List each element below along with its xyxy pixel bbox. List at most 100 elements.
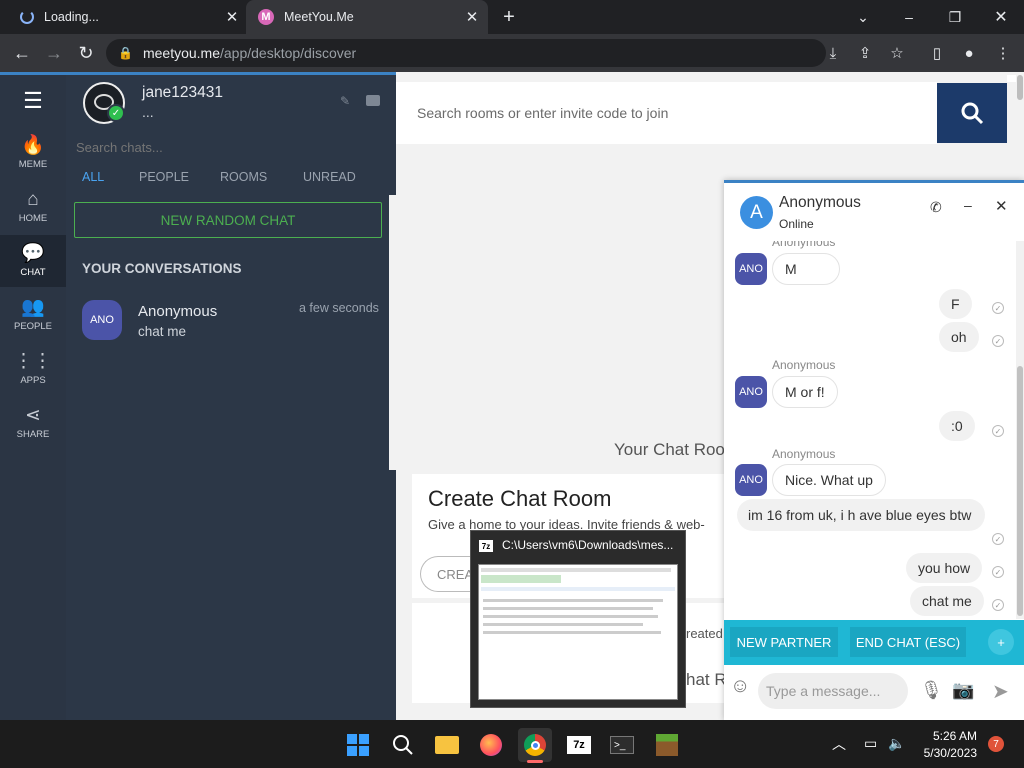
minecraft-icon[interactable]	[650, 728, 684, 762]
meetyou-favicon-icon: M	[258, 9, 274, 25]
nav-label: HOME	[18, 213, 48, 224]
message-bubble: you how	[906, 553, 983, 583]
chat-partner-name: Anonymous	[779, 194, 861, 211]
windows-start-icon[interactable]	[341, 728, 375, 762]
url-path: /app/desktop/discover	[220, 45, 357, 61]
your-rooms-title: Your Chat Roo	[614, 440, 725, 459]
minimize-chat-icon[interactable]: –	[964, 197, 972, 213]
tab-title: MeetYou.Me	[284, 10, 354, 24]
install-app-icon[interactable]: ⤓	[818, 34, 848, 72]
new-tab-button[interactable]: +	[496, 0, 522, 34]
nav-label: PEOPLE	[13, 321, 53, 332]
side-panel-icon[interactable]: ▯	[922, 34, 952, 72]
browser-toolbar: ← → ↻ 🔒 meetyou.me/app/desktop/discover …	[0, 34, 1024, 72]
tab-loading[interactable]: Loading... ✕	[0, 0, 246, 34]
tab-title: Loading...	[44, 10, 99, 24]
profile-status: ...	[142, 104, 154, 120]
terminal-icon[interactable]: >_	[605, 728, 639, 762]
tab-meetyou[interactable]: M MeetYou.Me ✕	[246, 0, 488, 34]
message-bubble: :0	[939, 411, 975, 441]
room-search-button[interactable]	[937, 83, 1007, 143]
message-avatar: ANO	[735, 253, 767, 285]
forward-icon[interactable]: →	[38, 34, 70, 72]
end-chat-button[interactable]: END CHAT (ESC)	[850, 627, 966, 657]
network-icon[interactable]: ▭	[864, 735, 877, 752]
camera-icon[interactable]: 📷	[952, 680, 974, 701]
close-window-icon[interactable]: ✕	[978, 0, 1024, 34]
nav-item-apps[interactable]: ⋮⋮ APPS	[0, 343, 66, 395]
chat-partner-status: Online	[779, 217, 814, 231]
clock-date[interactable]: 5/30/2023	[915, 746, 977, 760]
message-bubble: F	[939, 289, 972, 319]
nav-item-share[interactable]: ⋖ SHARE	[0, 397, 66, 449]
profile-icon[interactable]: ●	[954, 34, 984, 72]
chrome-icon[interactable]	[518, 728, 552, 762]
chevron-up-icon[interactable]: ︿	[832, 734, 846, 754]
close-tab-icon[interactable]: ✕	[462, 8, 482, 26]
back-icon[interactable]: ←	[6, 34, 38, 72]
new-random-chat-button[interactable]: NEW RANDOM CHAT	[74, 202, 382, 238]
new-partner-button[interactable]: NEW PARTNER	[730, 627, 838, 657]
7zip-icon[interactable]: 7z	[562, 728, 596, 762]
close-tab-icon[interactable]: ✕	[222, 8, 242, 26]
share-page-icon[interactable]: ⇪	[850, 34, 880, 72]
nav-item-meme[interactable]: 🔥 MEME	[0, 127, 66, 179]
file-explorer-icon[interactable]	[430, 728, 464, 762]
filter-unread[interactable]: UNREAD	[303, 170, 356, 184]
conversation-time: a few seconds	[299, 301, 379, 315]
read-check-icon: ✓	[992, 302, 1004, 314]
close-chat-icon[interactable]: ✕	[995, 197, 1008, 215]
preview-title: C:\Users\vm6\Downloads\mes...	[502, 538, 674, 552]
search-chats-input[interactable]	[74, 136, 374, 158]
nav-label: CHAT	[20, 267, 46, 278]
read-check-icon: ✓	[992, 566, 1004, 578]
message-input[interactable]: Type a message...	[758, 673, 908, 709]
tab-search-icon[interactable]: ⌄	[840, 0, 886, 34]
filter-people[interactable]: PEOPLE	[139, 170, 189, 184]
message-avatar: ANO	[735, 464, 767, 496]
room-search-input[interactable]: Search rooms or enter invite code to joi…	[396, 82, 937, 144]
reload-icon[interactable]: ↻	[70, 34, 102, 72]
nav-label: SHARE	[16, 429, 50, 440]
phone-call-icon[interactable]: ✆	[930, 199, 942, 216]
notification-badge[interactable]: 7	[988, 736, 1004, 752]
created-text: reated	[686, 626, 723, 641]
chat-scrollbar[interactable]	[1016, 241, 1024, 619]
add-friend-icon[interactable]: +	[988, 629, 1014, 655]
firefox-icon[interactable]	[474, 728, 508, 762]
nav-item-chat[interactable]: 💬 CHAT	[0, 235, 66, 287]
read-check-icon: ✓	[992, 599, 1004, 611]
home-icon: ⌂	[27, 189, 39, 210]
edit-pencil-icon[interactable]: ✎	[340, 94, 350, 108]
message-icon[interactable]	[366, 95, 380, 106]
microphone-icon[interactable]: 🎙	[920, 680, 943, 701]
bookmark-star-icon[interactable]: ☆	[882, 34, 912, 72]
clock-time[interactable]: 5:26 AM	[921, 729, 977, 743]
conversation-item[interactable]: ANO Anonymous chat me a few seconds	[74, 296, 390, 344]
minimize-icon[interactable]: –	[886, 0, 932, 34]
search-icon	[961, 102, 984, 125]
menu-kebab-icon[interactable]: ⋮	[988, 34, 1018, 72]
message-sender: Anonymous	[772, 241, 836, 249]
rooms-heading-fragment: hat R	[686, 670, 727, 689]
search-icon[interactable]	[386, 728, 420, 762]
message-sender: Anonymous	[772, 447, 836, 461]
send-icon[interactable]: ➤	[992, 679, 1009, 704]
emoji-icon[interactable]: ☺	[730, 675, 754, 699]
restore-icon[interactable]: ❐	[932, 0, 978, 34]
filter-rooms[interactable]: ROOMS	[220, 170, 267, 184]
hamburger-menu-icon[interactable]: ☰	[0, 75, 66, 127]
nav-item-home[interactable]: ⌂ HOME	[0, 181, 66, 233]
taskbar-window-preview[interactable]: 7z C:\Users\vm6\Downloads\mes...	[470, 530, 686, 708]
filter-all[interactable]: ALL	[82, 170, 104, 184]
address-bar[interactable]: 🔒 meetyou.me/app/desktop/discover	[106, 39, 826, 67]
share-icon: ⋖	[25, 405, 41, 426]
nav-item-people[interactable]: 👥 PEOPLE	[0, 289, 66, 341]
conversation-avatar: ANO	[82, 300, 122, 340]
apps-grid-icon: ⋮⋮	[14, 351, 52, 372]
volume-icon[interactable]: 🔈	[888, 735, 905, 752]
conversation-preview: chat me	[138, 324, 187, 339]
conversation-name: Anonymous	[138, 303, 218, 320]
message-bubble: oh	[939, 322, 979, 352]
panel-scrollbar[interactable]	[389, 195, 396, 470]
